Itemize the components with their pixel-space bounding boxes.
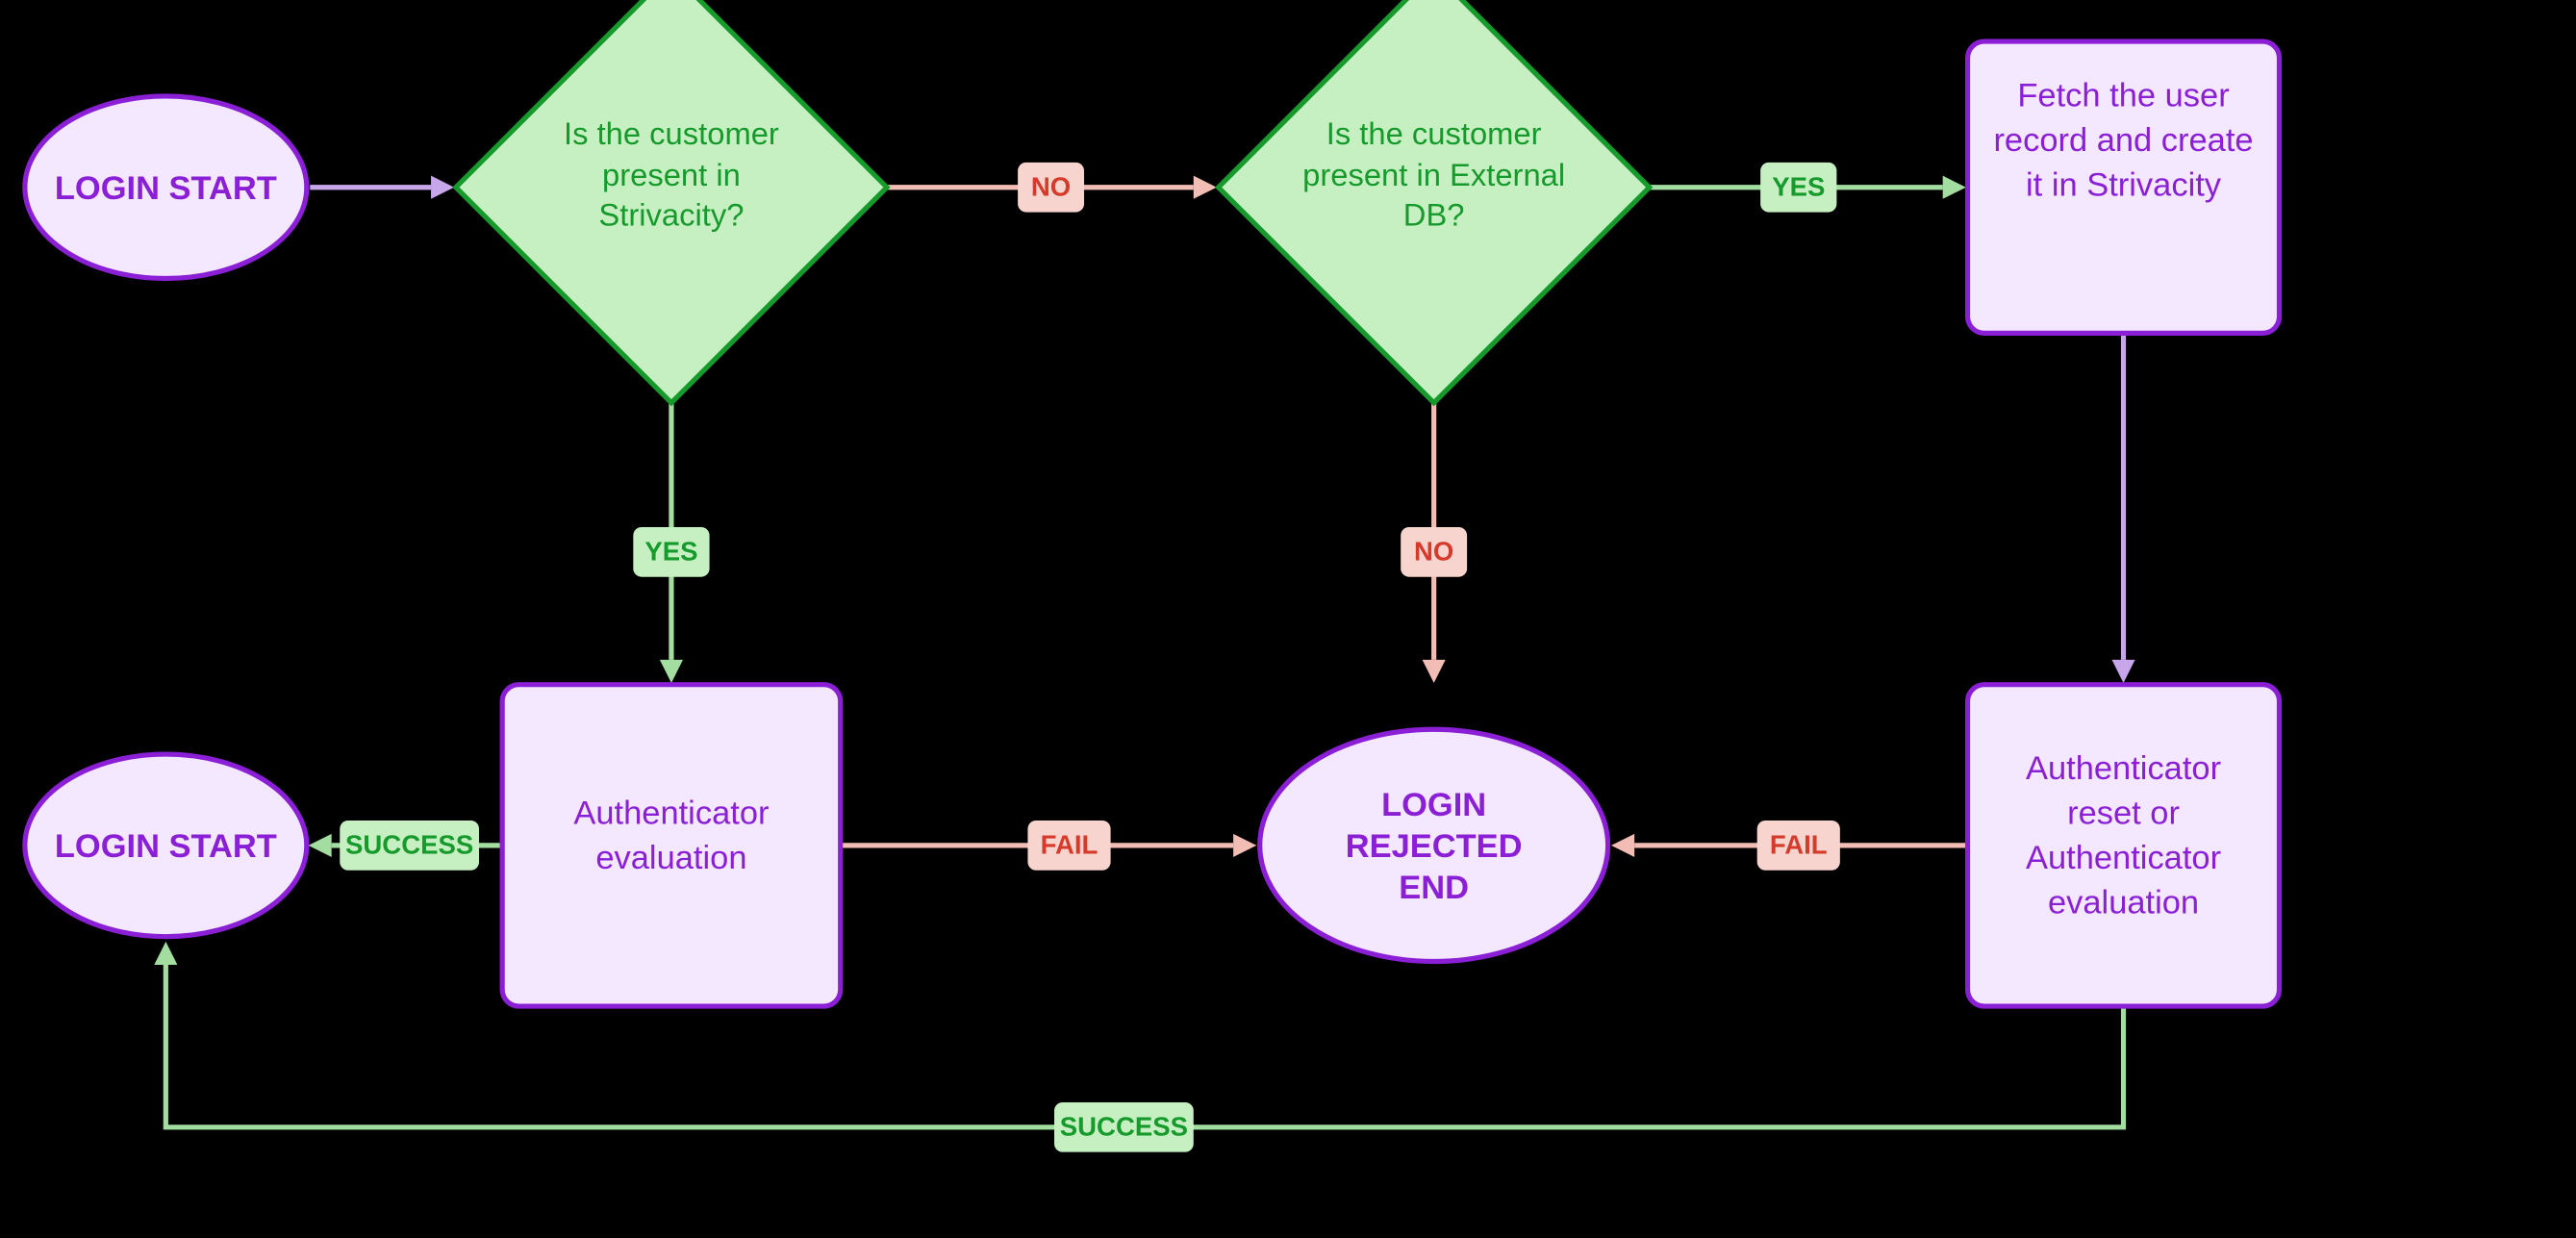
badge-fail-autheval: FAIL [1027, 821, 1110, 871]
node-auth-reset-label-1: Authenticator [2026, 750, 2221, 787]
svg-text:NO: NO [1414, 536, 1453, 566]
badge-success-autheval: SUCCESS [340, 821, 479, 871]
node-decision-strivacity: Is the customer present in Strivacity? [456, 0, 887, 403]
badge-no-external: NO [1401, 527, 1467, 577]
node-decision-external-label: Is the customer present in External DB? [1293, 116, 1575, 240]
node-fetch-record-label: Fetch the user record and create it in S… [1984, 75, 2263, 210]
arrow-fetch-to-authreset [2111, 335, 2134, 683]
node-auth-eval-label: Authenticator evaluation [518, 793, 823, 882]
badge-success-authreset: SUCCESS [1054, 1102, 1194, 1152]
node-auth-eval: Authenticator evaluation [502, 685, 841, 1006]
node-login-start-top: LOGIN START [25, 96, 307, 279]
badge-no-strivacity: NO [1018, 163, 1084, 213]
svg-text:SUCCESS: SUCCESS [345, 829, 473, 859]
svg-text:FAIL: FAIL [1770, 829, 1828, 859]
node-login-rejected: LOGIN REJECTED END [1260, 729, 1608, 961]
svg-text:FAIL: FAIL [1041, 829, 1099, 859]
node-login-rejected-label-3: END [1399, 870, 1469, 906]
node-auth-reset: Authenticator reset or Authenticator eva… [1968, 685, 2280, 1006]
node-login-rejected-label-2: REJECTED [1346, 828, 1523, 865]
node-login-start-bottom-label: LOGIN START [55, 828, 277, 865]
node-decision-external: Is the customer present in External DB? [1219, 0, 1650, 403]
svg-text:NO: NO [1031, 171, 1071, 201]
badge-fail-authreset: FAIL [1757, 821, 1840, 871]
node-auth-reset-label-3: Authenticator [2026, 840, 2221, 876]
arrow-start-to-strivacity [310, 176, 454, 199]
svg-text:SUCCESS: SUCCESS [1060, 1111, 1188, 1141]
badge-yes-external: YES [1760, 163, 1836, 213]
svg-text:YES: YES [644, 536, 697, 566]
node-login-start-top-label: LOGIN START [55, 170, 277, 207]
arrow-authreset-success-to-start [154, 942, 2123, 1127]
badge-yes-strivacity: YES [633, 527, 709, 577]
node-login-rejected-label-1: LOGIN [1381, 787, 1486, 823]
node-login-start-bottom: LOGIN START [25, 754, 307, 937]
node-auth-reset-label-2: reset or [2067, 795, 2180, 831]
node-auth-reset-label-4: evaluation [2048, 885, 2199, 922]
flowchart-diagram: LOGIN START Is the customer present in S… [0, 0, 2576, 1238]
node-decision-strivacity-label: Is the customer present in Strivacity? [530, 116, 812, 240]
svg-text:YES: YES [1772, 171, 1825, 201]
node-fetch-record: Fetch the user record and create it in S… [1968, 41, 2280, 333]
